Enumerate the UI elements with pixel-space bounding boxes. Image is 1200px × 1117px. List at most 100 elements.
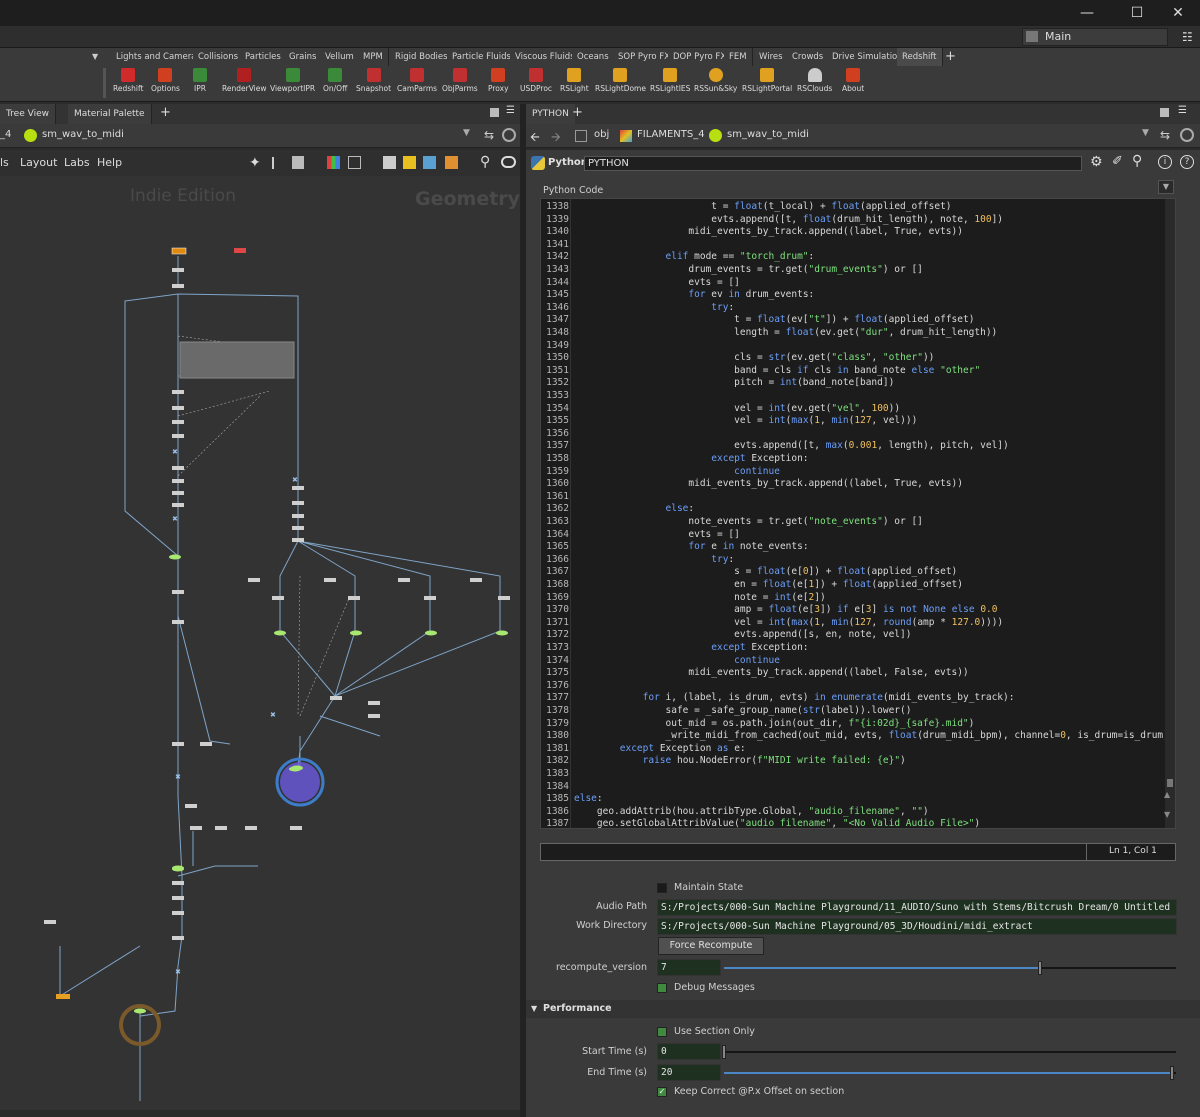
recompute-version-field[interactable]: 7 — [657, 959, 721, 976]
question-icon[interactable]: ? — [1180, 155, 1194, 169]
use-section-only-checkbox[interactable] — [657, 1027, 667, 1037]
add-tab-icon[interactable]: + — [945, 49, 956, 64]
path-node[interactable]: sm_wav_to_midi — [42, 129, 124, 140]
search-icon[interactable]: ⚲ — [480, 154, 490, 170]
path-obj[interactable]: obj — [594, 129, 609, 140]
path-prefix[interactable]: _4 — [0, 129, 11, 140]
collapse-arrow-icon[interactable]: ▼ — [531, 1004, 537, 1013]
shelf-tab[interactable]: Vellum — [320, 48, 360, 66]
help-icon[interactable]: i — [1158, 155, 1172, 169]
tool-options[interactable]: Options — [151, 68, 180, 93]
grid-icon[interactable] — [348, 156, 361, 169]
node-name-field[interactable]: PYTHON — [584, 156, 1082, 171]
tool-onoff[interactable]: On/Off — [323, 68, 347, 93]
performance-folder[interactable] — [526, 1000, 1200, 1018]
shelf-tab[interactable]: Oceans — [572, 48, 615, 66]
tool-viewportipr[interactable]: ViewportIPR — [270, 68, 315, 93]
tool-snapshot[interactable]: Snapshot — [356, 68, 391, 93]
tool-objparms[interactable]: ObjParms — [442, 68, 478, 93]
notes-icon[interactable] — [383, 156, 396, 169]
tool-rslight[interactable]: RSLight — [560, 68, 589, 93]
pin-icon[interactable]: ⇆ — [484, 128, 494, 142]
scroll-down-icon[interactable]: ▼ — [1164, 810, 1170, 819]
shelf-tab[interactable]: MPM — [358, 48, 389, 66]
add-tab-icon[interactable]: + — [572, 105, 583, 120]
sticky-note-icon[interactable] — [403, 156, 416, 169]
maintain-state-checkbox[interactable] — [657, 883, 667, 893]
menu-labs[interactable]: Labs — [64, 156, 90, 169]
shelf-tab[interactable]: Rigid Bodies — [390, 48, 454, 66]
path-node[interactable]: sm_wav_to_midi — [727, 129, 809, 140]
tool-renderview[interactable]: RenderView — [222, 68, 267, 93]
tool-rsclouds[interactable]: RSClouds — [797, 68, 832, 93]
pane-menu-icon[interactable]: ☰ — [1178, 105, 1187, 116]
desktop-select[interactable]: Main — [1022, 28, 1168, 46]
shelf-menu-icon[interactable]: ▼ — [92, 52, 100, 61]
tab-material-palette[interactable]: Material Palette — [68, 104, 152, 124]
shelf-tab-active[interactable]: Redshift — [897, 48, 943, 66]
tool-about[interactable]: About — [842, 68, 864, 93]
work-directory-field[interactable]: S:/Projects/000-Sun Machine Playground/0… — [657, 918, 1177, 935]
code-scrollbar[interactable] — [1165, 199, 1175, 828]
shelf-tab[interactable]: Grains — [284, 48, 323, 66]
link-icon[interactable] — [1180, 128, 1194, 142]
maximize-icon[interactable]: ☐ — [1127, 4, 1147, 22]
end-time-field[interactable]: 20 — [657, 1064, 721, 1081]
debug-messages-checkbox[interactable] — [657, 983, 667, 993]
shelf-tab[interactable]: SOP Pyro FX — [613, 48, 676, 66]
tab-python-params[interactable]: PYTHON — [526, 104, 575, 124]
end-time-slider-handle[interactable] — [1170, 1066, 1174, 1080]
scroll-up-icon[interactable]: ▲ — [1164, 790, 1170, 799]
scroll-thumb[interactable] — [1167, 779, 1173, 787]
search-icon[interactable]: ⚲ — [1132, 153, 1142, 169]
wrench-icon[interactable]: ✦ — [249, 155, 261, 171]
forward-arrow-icon[interactable]: 🡪 — [551, 128, 561, 149]
shelf-tab[interactable]: FEM — [724, 48, 753, 66]
pane-layout-icon[interactable] — [1160, 108, 1169, 117]
shelf-tab[interactable]: Viscous Fluids — [510, 48, 581, 66]
list-icon[interactable] — [292, 156, 304, 169]
image-icon[interactable] — [423, 156, 436, 169]
path-dropdown-icon[interactable]: ▼ — [463, 128, 470, 138]
add-tab-icon[interactable]: + — [160, 105, 171, 120]
tool-proxy[interactable]: Proxy — [488, 68, 509, 93]
pane-menu-icon[interactable]: ☰ — [506, 105, 515, 116]
start-time-field[interactable]: 0 — [657, 1043, 721, 1060]
close-icon[interactable]: ✕ — [1168, 4, 1188, 22]
desktop-options-icon[interactable]: ☷ — [1182, 30, 1193, 44]
brush-icon[interactable]: ✐ — [1112, 154, 1123, 169]
tool-ipr[interactable]: IPR — [193, 68, 207, 93]
tab-tree-view[interactable]: Tree View — [0, 104, 56, 124]
keep-correct-checkbox[interactable]: ✓ — [657, 1087, 667, 1097]
tool-redshift[interactable]: Redshift — [113, 68, 143, 93]
back-arrow-icon[interactable]: 🡨 — [530, 128, 540, 149]
force-recompute-button[interactable]: Force Recompute — [658, 937, 764, 955]
start-time-slider-handle[interactable] — [722, 1045, 726, 1059]
eye-icon[interactable] — [501, 156, 516, 168]
gear-icon[interactable]: ⚙ — [1090, 154, 1103, 170]
audio-path-field[interactable]: S:/Projects/000-Sun Machine Playground/1… — [657, 899, 1177, 916]
network-editor[interactable]: Indie Edition Geometry ✖ ✖ ✖ ✖ ✖ ✖ — [0, 176, 520, 1110]
link-icon[interactable] — [502, 128, 516, 142]
pin-icon[interactable]: ⇆ — [1160, 128, 1170, 142]
shelf-tab[interactable]: Particle Fluids — [447, 48, 517, 66]
tool-camparms[interactable]: CamParms — [397, 68, 437, 93]
tool-rslighties[interactable]: RSLightIES — [650, 68, 690, 93]
menu-layout[interactable]: Layout — [20, 156, 57, 169]
path-dropdown-icon[interactable]: ▼ — [1142, 128, 1149, 138]
menu-help[interactable]: Help — [97, 156, 122, 169]
tool-rslightportal[interactable]: RSLightPortal — [742, 68, 792, 93]
shelf-tab[interactable]: Collisions — [193, 48, 245, 66]
pane-layout-icon[interactable] — [490, 108, 499, 117]
tree-icon[interactable] — [272, 157, 282, 169]
start-time-slider[interactable] — [724, 1051, 1176, 1053]
minimize-icon[interactable]: — — [1077, 4, 1097, 22]
network-box-icon[interactable] — [445, 156, 458, 169]
shelf-tab[interactable]: Particles — [240, 48, 287, 66]
recompute-version-slider-handle[interactable] — [1038, 961, 1043, 975]
tool-rssunsky[interactable]: RSSun&Sky — [694, 68, 737, 93]
path-filaments[interactable]: FILAMENTS_4 — [637, 129, 705, 140]
code-dropdown-icon[interactable]: ▼ — [1158, 180, 1174, 194]
color-palette-icon[interactable] — [327, 156, 340, 169]
tool-rslightdome[interactable]: RSLightDome — [595, 68, 646, 93]
